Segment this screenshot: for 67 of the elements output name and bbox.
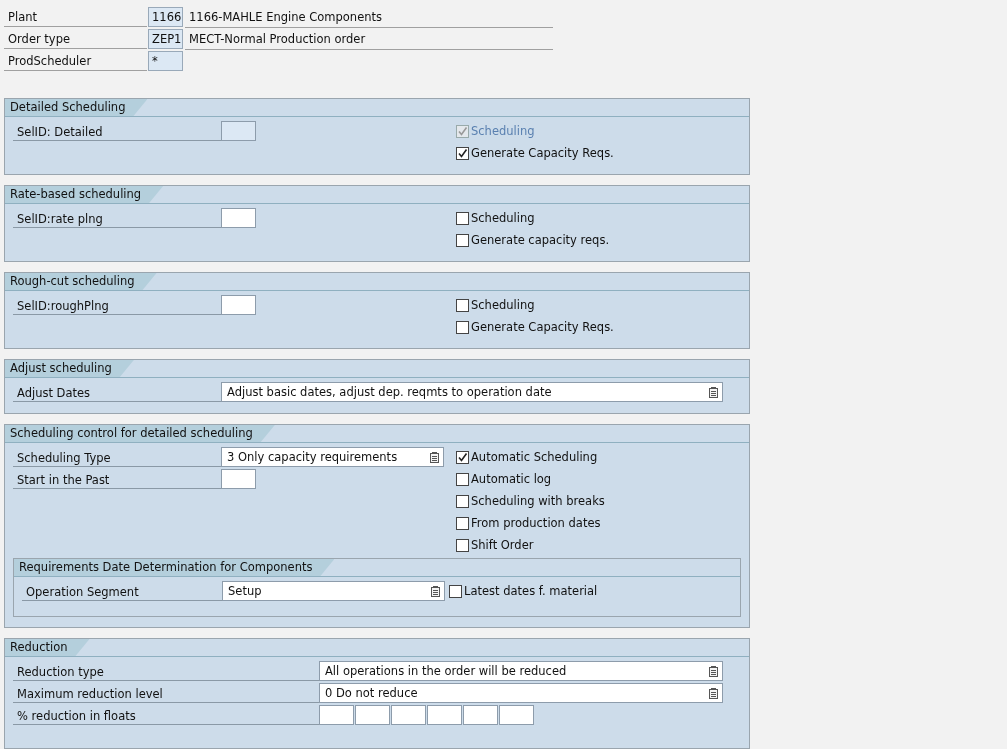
field-label: Start in the Past (13, 469, 221, 489)
field-label: SelID:roughPlng (13, 295, 221, 315)
field-label: Plant (4, 7, 147, 27)
dropdown-field[interactable]: Adjust basic dates, adjust dep. reqmts to operation date (221, 382, 723, 402)
checkbox-label: Shift Order (471, 538, 534, 552)
input-field[interactable]: ZEP1 (148, 29, 183, 49)
dropdown-field[interactable]: 0 Do not reduce (319, 683, 723, 703)
checkbox-label: Generate Capacity Reqs. (471, 146, 614, 160)
checkbox[interactable] (456, 494, 469, 508)
list-icon[interactable] (430, 451, 439, 463)
checkbox[interactable] (456, 320, 469, 334)
checkbox-label: Scheduling with breaks (471, 494, 605, 508)
field-label: ProdScheduler (4, 51, 147, 71)
input-field[interactable] (499, 705, 534, 725)
field-label: % reduction in floats (13, 705, 319, 725)
field-label: SelID: Detailed (13, 121, 221, 141)
group-title: Rate-based scheduling (5, 186, 164, 203)
checkbox[interactable] (456, 472, 469, 486)
checkbox[interactable] (456, 298, 469, 312)
checkbox-label: From production dates (471, 516, 601, 530)
input-field[interactable]: 1166 (148, 7, 183, 27)
input-field[interactable] (221, 469, 256, 489)
checkbox-label: Generate Capacity Reqs. (471, 320, 614, 334)
field-label: SelID:rate plng (13, 208, 221, 228)
input-field[interactable] (391, 705, 426, 725)
field-label: Operation Segment (22, 581, 222, 601)
input-field[interactable] (319, 705, 354, 725)
dropdown-field[interactable]: 3 Only capacity requirements (221, 447, 444, 467)
dropdown-field[interactable]: All operations in the order will be reduced (319, 661, 723, 681)
field-label: Maximum reduction level (13, 683, 319, 703)
field-label: Adjust Dates (13, 382, 221, 402)
checkbox[interactable] (456, 146, 469, 160)
field-label: Reduction type (13, 661, 319, 681)
checkbox[interactable] (456, 233, 469, 247)
input-field[interactable] (221, 295, 256, 315)
input-field[interactable] (463, 705, 498, 725)
input-field[interactable] (221, 208, 256, 228)
checkbox[interactable] (449, 584, 462, 598)
checkbox[interactable] (456, 450, 469, 464)
list-icon[interactable] (709, 386, 718, 398)
checkbox-label: Scheduling (471, 211, 535, 225)
field-label: Scheduling Type (13, 447, 221, 467)
group-title: Adjust scheduling (5, 360, 134, 377)
checkbox-label: Latest dates f. material (464, 584, 598, 598)
input-field[interactable] (355, 705, 390, 725)
checkbox[interactable] (456, 211, 469, 225)
checkbox[interactable] (456, 538, 469, 552)
dropdown-field[interactable]: Setup (222, 581, 445, 601)
checkbox-label: Automatic log (471, 472, 552, 486)
list-icon[interactable] (709, 687, 718, 699)
checkbox-label: Scheduling (471, 124, 535, 138)
list-icon[interactable] (431, 585, 440, 597)
field-description: MECT-Normal Production order (185, 28, 553, 50)
group-title: Rough-cut scheduling (5, 273, 157, 290)
group-title: Reduction (5, 639, 90, 656)
group-title: Scheduling control for detailed scheduling (5, 425, 275, 442)
group-title: Detailed Scheduling (5, 99, 148, 116)
input-field[interactable] (427, 705, 462, 725)
checkbox-label: Automatic Scheduling (471, 450, 598, 464)
list-icon[interactable] (709, 665, 718, 677)
field-description: 1166-MAHLE Engine Components (185, 6, 553, 28)
group-title: Requirements Date Determination for Components (14, 559, 335, 576)
input-field[interactable]: * (148, 51, 183, 71)
field-label: Order type (4, 29, 147, 49)
checkbox[interactable] (456, 516, 469, 530)
checkbox-label: Generate capacity reqs. (471, 233, 610, 247)
checkbox-label: Scheduling (471, 298, 535, 312)
